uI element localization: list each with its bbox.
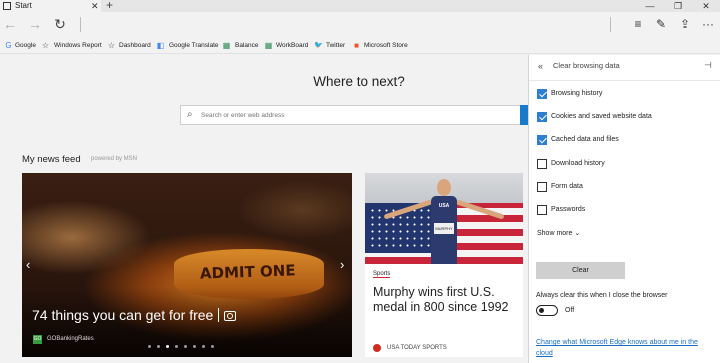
clear-button[interactable]: Clear — [536, 262, 625, 279]
tab-start[interactable]: Start ✕ — [0, 0, 101, 12]
cloud-settings-link[interactable]: Change what Microsoft Edge knows about m… — [536, 337, 716, 359]
checkbox[interactable] — [537, 182, 547, 192]
new-tab-button[interactable]: + — [106, 0, 113, 11]
favorites-bar: G Google ☆ Windows Report ☆ Dashboard ◧ … — [0, 37, 720, 54]
always-clear-toggle[interactable] — [536, 305, 558, 316]
carousel-dot[interactable] — [211, 345, 214, 348]
checkbox-label: Cached data and files — [551, 136, 619, 143]
featured-headline[interactable]: 74 things you can get for free — [32, 307, 237, 323]
back-chevron-icon[interactable]: « — [538, 61, 543, 71]
carousel-dot[interactable] — [193, 345, 196, 348]
usa-today-logo-icon — [373, 344, 381, 352]
checkbox-label: Cookies and saved website data — [551, 113, 652, 120]
twitter-bird-icon: 🐦 — [314, 42, 323, 49]
search-box[interactable]: ⌕ — [180, 105, 526, 125]
address-divider — [80, 17, 81, 32]
favorite-balance[interactable]: ▦ Balance — [222, 37, 259, 54]
checkbox[interactable] — [537, 205, 547, 215]
category-label[interactable]: Sports — [373, 271, 391, 278]
page-icon — [3, 2, 11, 10]
news-feed-title: My news feed — [22, 154, 81, 165]
forward-button[interactable]: → — [27, 16, 43, 32]
maximize-button[interactable]: ❐ — [664, 0, 692, 12]
always-clear-label: Always clear this when I close the brows… — [536, 292, 668, 299]
athlete-figure: USA MURPHY — [431, 179, 457, 264]
star-icon: ☆ — [107, 41, 116, 50]
checkbox[interactable] — [537, 112, 547, 122]
grid-icon: ▦ — [222, 41, 231, 50]
favorite-workboard[interactable]: ▦ WorkBoard — [264, 37, 309, 54]
news-card-sports[interactable]: USA MURPHY Sports Murphy wins first U.S.… — [365, 173, 523, 357]
checkbox[interactable] — [537, 135, 547, 145]
show-more-link[interactable]: Show more ⌄ — [537, 229, 580, 237]
search-go-button[interactable] — [520, 105, 528, 125]
checkbox[interactable] — [537, 89, 547, 99]
favorite-dashboard[interactable]: ☆ Dashboard — [107, 37, 151, 54]
start-page: Where to next? ⌕ My news feed powered by… — [0, 55, 528, 363]
search-input[interactable] — [201, 109, 501, 121]
star-icon: ☆ — [41, 41, 50, 50]
toggle-state-label: Off — [565, 307, 575, 314]
favorite-google[interactable]: G Google — [4, 37, 36, 54]
checkbox-label: Download history — [551, 160, 605, 167]
featured-source: GOBankingRates — [47, 336, 94, 342]
clear-browsing-data-panel: « Clear browsing data ⊣ Browsing history… — [528, 55, 720, 363]
carousel-dot[interactable] — [166, 345, 169, 348]
carousel-dot[interactable] — [202, 345, 205, 348]
checkbox-label: Form data — [551, 183, 583, 190]
search-icon: ⌕ — [187, 109, 193, 120]
close-window-button[interactable]: ✕ — [692, 0, 720, 12]
favorite-windows-report[interactable]: ☆ Windows Report — [41, 37, 102, 54]
card-image: USA MURPHY — [365, 173, 523, 264]
microsoft-logo-icon: ■ — [354, 41, 359, 50]
pin-icon[interactable]: ⊣ — [704, 60, 712, 71]
more-button[interactable]: ··· — [701, 17, 715, 31]
panel-title: Clear browsing data — [553, 61, 620, 70]
tab-title: Start — [15, 1, 32, 10]
google-icon: G — [5, 41, 12, 50]
minimize-button[interactable]: — — [636, 0, 664, 12]
bib-text: MURPHY — [434, 223, 454, 234]
web-note-button[interactable]: ✎ — [654, 17, 668, 31]
sports-source: USA TODAY SPORTS — [387, 345, 447, 351]
toolbar-divider — [610, 17, 611, 32]
carousel-dot[interactable] — [184, 345, 187, 348]
tab-close-icon[interactable]: ✕ — [91, 0, 99, 12]
back-button[interactable]: ← — [2, 16, 18, 32]
ticket-image-text: ADMIT ONE — [199, 261, 296, 283]
powered-by-label: powered by MSN — [91, 156, 138, 162]
title-bar: Start ✕ + — ❐ ✕ — [0, 0, 720, 12]
share-button[interactable]: ⇪ — [678, 17, 692, 31]
grid-icon: ▦ — [264, 41, 273, 50]
checkbox[interactable] — [537, 159, 547, 169]
news-card-featured[interactable]: ADMIT ONE ‹ › 74 things you can get for … — [22, 173, 352, 357]
carousel-dot[interactable] — [148, 345, 151, 348]
camera-icon — [224, 311, 237, 321]
favorite-google-translate[interactable]: ◧ Google Translate — [156, 37, 219, 54]
checkbox-label: Browsing history — [551, 90, 603, 97]
navigation-bar: ← → ↻ ≡ ✎ ⇪ ··· — [0, 12, 720, 37]
carousel-dot[interactable] — [157, 345, 160, 348]
checkbox-label: Passwords — [551, 206, 586, 213]
favorite-twitter[interactable]: 🐦 Twitter — [314, 37, 345, 54]
carousel-dot[interactable] — [175, 345, 178, 348]
sports-headline[interactable]: Murphy wins first U.S. medal in 800 sinc… — [373, 285, 518, 315]
carousel-prev-icon[interactable]: ‹ — [26, 257, 30, 272]
favorite-microsoft-store[interactable]: ■ Microsoft Store — [352, 37, 408, 54]
translate-icon: ◧ — [156, 41, 165, 50]
jersey-text: USA — [438, 203, 450, 209]
edge-browser-window: Start ✕ + — ❐ ✕ ← → ↻ ≡ ✎ ⇪ ··· G Google… — [0, 0, 720, 363]
carousel-next-icon[interactable]: › — [340, 257, 344, 272]
refresh-button[interactable]: ↻ — [52, 16, 68, 32]
hub-button[interactable]: ≡ — [631, 17, 645, 31]
source-logo-icon: GO — [33, 335, 42, 344]
